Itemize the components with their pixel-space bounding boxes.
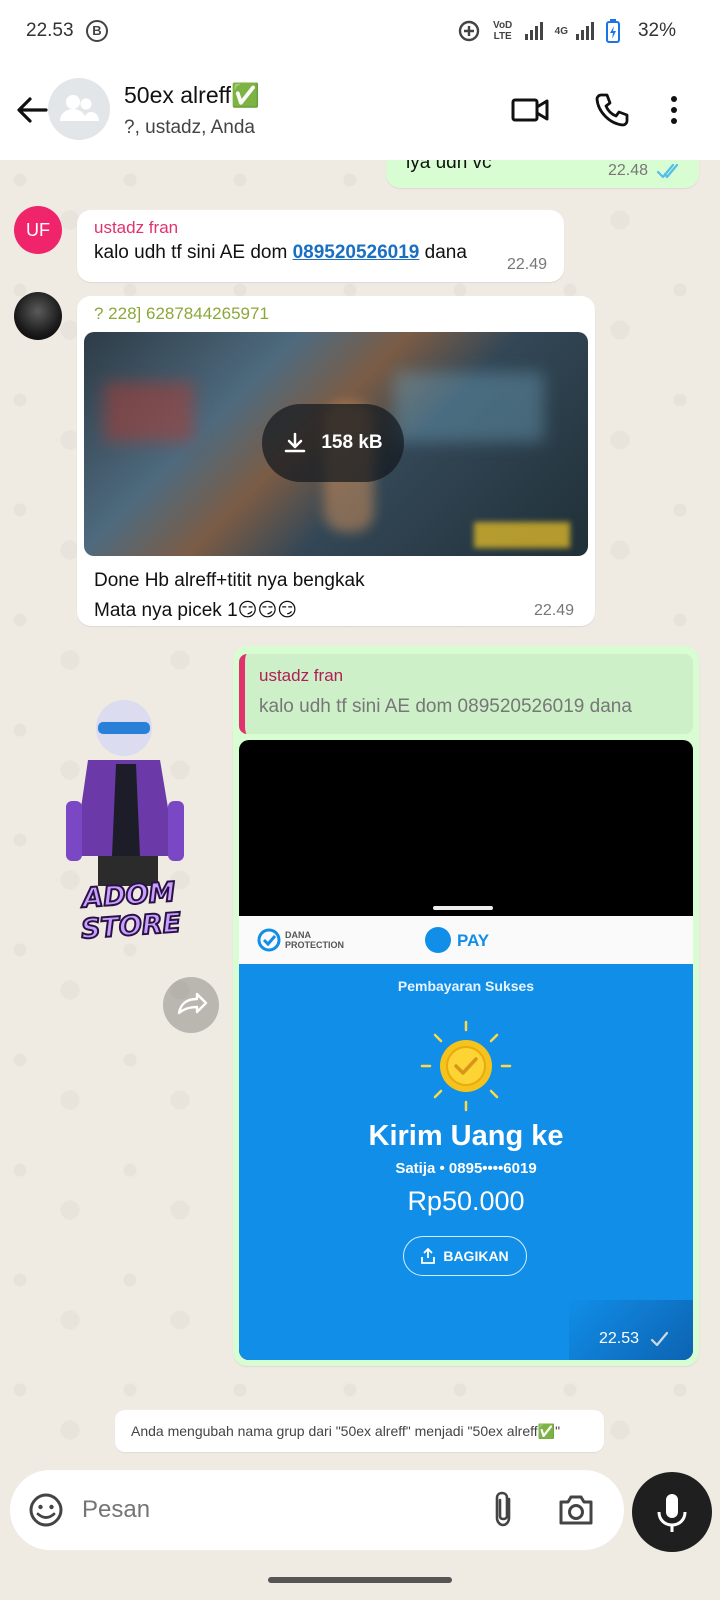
double-check-icon [656, 163, 679, 179]
message-time: 22.48 [608, 162, 649, 179]
system-message: Anda mengubah nama grup dari "50ex alref… [115, 1410, 604, 1452]
more-vert-icon[interactable] [664, 90, 684, 130]
download-icon [285, 432, 306, 453]
success-check-icon [420, 1020, 512, 1112]
sender-name[interactable]: ? 228] 6287844265971 [94, 304, 269, 324]
forward-button[interactable] [163, 977, 219, 1033]
single-check-icon [650, 1331, 669, 1347]
status-time: 22.53 [26, 20, 74, 41]
chat-area[interactable]: iya udh vc 22.48 UF ustadz fran kalo udh… [0, 160, 720, 1470]
back-arrow-icon[interactable] [12, 90, 52, 130]
message-input-bar [10, 1470, 624, 1550]
message-line: Mata nya picek 1😏😏😏 [94, 600, 298, 621]
message-time: 22.49 [507, 256, 548, 273]
dana-protection-line: DANA [285, 930, 311, 940]
avatar-uf[interactable]: UF [14, 206, 62, 254]
text-part: kalo udh tf sini AE dom [94, 242, 293, 263]
dana-topbar: DANA PROTECTION PAY [239, 916, 693, 964]
network-4g-label: 4G [554, 25, 568, 37]
status-icons: VoD LTE 4G [457, 16, 620, 46]
receipt-status: Pembayaran Sukses [397, 978, 535, 994]
sender-name[interactable]: ustadz fran [94, 218, 178, 238]
sticker-label: ADOM STORE [79, 876, 183, 947]
mic-button[interactable] [632, 1472, 712, 1552]
dana-protection-line: PROTECTION [285, 940, 345, 950]
share-label: BAGIKAN [443, 1248, 509, 1264]
battery-charging-icon [606, 19, 620, 43]
message-incoming-2[interactable]: ? 228] 6287844265971 158 kB Done Hb alre… [77, 296, 595, 626]
camera-icon[interactable] [556, 1490, 596, 1530]
message-time: 22.53 [599, 1330, 640, 1347]
group-avatar-icon[interactable] [48, 78, 110, 140]
battery-percent: 32% [637, 20, 676, 41]
image-preview[interactable]: 158 kB [84, 332, 588, 556]
phone-icon[interactable] [592, 90, 632, 130]
quote-sender: ustadz fran [259, 666, 344, 685]
message-text: Done Hb alreff+titit nya bengkak Mata ny… [94, 566, 365, 626]
emoji-icon[interactable] [26, 1490, 66, 1530]
share-icon [421, 1248, 436, 1264]
message-text: iya udh vc [406, 160, 492, 173]
gesture-handle[interactable] [268, 1577, 452, 1583]
receipt-body: Pembayaran Sukses Kirim Uang ke Satija •… [239, 964, 693, 1360]
dana-protection-icon [257, 928, 281, 952]
payment-screenshot[interactable]: DANA PROTECTION PAY Pembayaran Sukses Ki… [239, 740, 693, 1360]
message-incoming-1[interactable]: ustadz fran kalo udh tf sini AE dom 0895… [77, 210, 564, 282]
share-button[interactable]: BAGIKAN [403, 1236, 527, 1276]
message-time: 22.49 [534, 602, 575, 619]
download-button[interactable]: 158 kB [262, 404, 404, 482]
receipt-amount: Rp50.000 [407, 1186, 525, 1216]
sticker-adom-store[interactable]: ADOM STORE [36, 686, 226, 946]
forward-icon [177, 992, 208, 1015]
message-line: Done Hb alreff+titit nya bengkak [94, 570, 365, 591]
group-title[interactable]: 50ex alreff✅ [124, 82, 260, 109]
b-badge-icon: B [86, 20, 108, 42]
attach-icon[interactable] [486, 1490, 522, 1530]
signal-icon [524, 22, 543, 40]
quoted-message[interactable]: ustadz fran kalo udh tf sini AE dom 0895… [239, 654, 693, 734]
pay-label: PAY [457, 931, 490, 950]
volte-label: VoD LTE [493, 20, 513, 42]
message-outgoing-1[interactable]: iya udh vc 22.48 [386, 160, 699, 188]
status-bar: 22.53 B VoD LTE 4G 32% [0, 0, 720, 64]
receipt-heading: Kirim Uang ke [368, 1120, 564, 1152]
message-input[interactable] [82, 1488, 462, 1532]
chat-header: 50ex alreff✅ ?, ustadz, Anda [0, 64, 720, 160]
dana-pay-logo-icon [425, 927, 451, 953]
drag-handle [433, 906, 493, 910]
dana-protection-label: DANA PROTECTION [285, 930, 344, 950]
message-text: kalo udh tf sini AE dom 089520526019 dan… [94, 242, 467, 264]
mic-icon [657, 1494, 687, 1532]
signal-icon-2 [576, 22, 594, 40]
text-part: dana [419, 242, 467, 263]
message-outgoing-2[interactable]: ustadz fran kalo udh tf sini AE dom 0895… [233, 646, 699, 1366]
file-size: 158 kB [321, 432, 383, 453]
avatar-sender-2[interactable] [14, 292, 62, 340]
group-members[interactable]: ?, ustadz, Anda [124, 117, 255, 139]
phone-number-link[interactable]: 089520526019 [293, 242, 420, 263]
data-saver-icon [458, 20, 479, 42]
video-call-icon[interactable] [510, 90, 550, 130]
system-message-text: Anda mengubah nama grup dari "50ex alref… [131, 1422, 561, 1439]
quote-text: kalo udh tf sini AE dom 089520526019 dan… [259, 696, 632, 717]
receipt-recipient: Satija • 0895••••6019 [395, 1160, 537, 1177]
